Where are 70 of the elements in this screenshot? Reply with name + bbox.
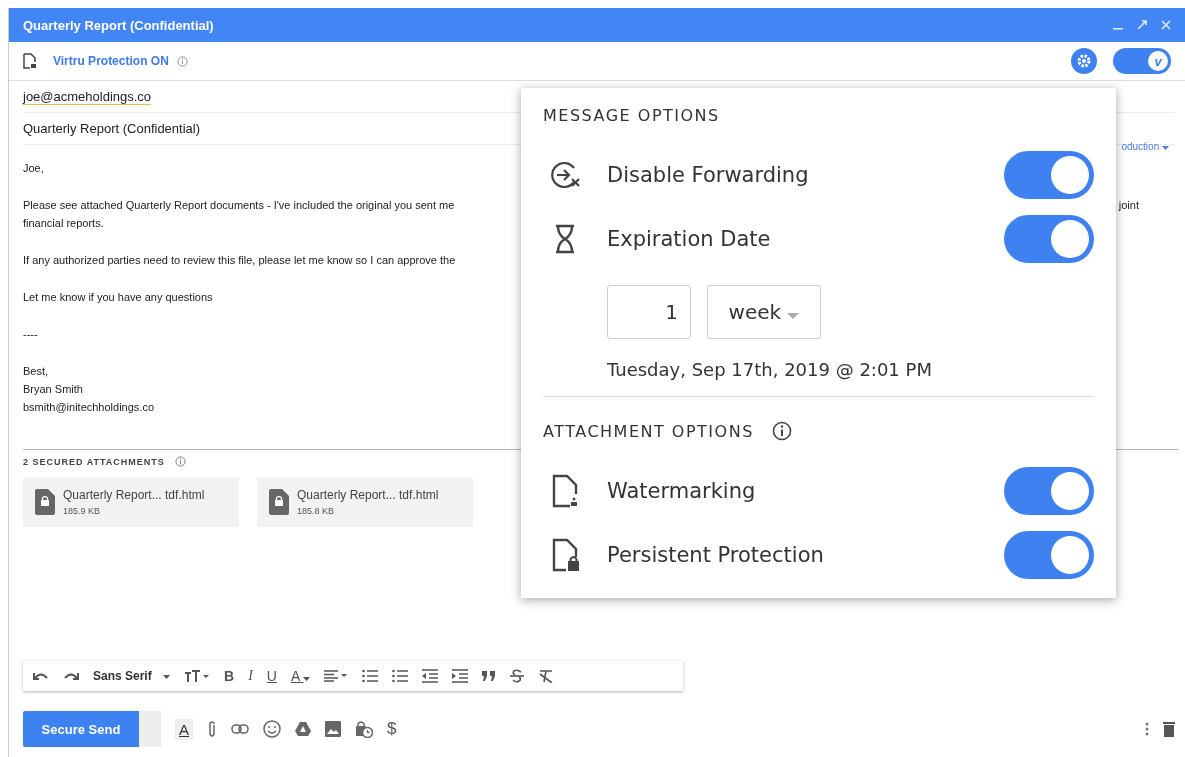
body-text: Bryan Smith xyxy=(23,382,83,397)
outdent-icon[interactable] xyxy=(422,669,439,683)
undo-icon[interactable] xyxy=(33,670,49,682)
body-text: ---- xyxy=(23,327,38,342)
bold-button[interactable]: B xyxy=(224,668,235,684)
option-label: Watermarking xyxy=(607,479,756,503)
caret-icon xyxy=(1162,146,1169,150)
body-text: Let me know if you have any questions xyxy=(23,290,213,305)
body-text: If any authorized parties need to review this file, please let me know so I can approve the xyxy=(23,253,456,268)
caret-icon xyxy=(163,674,171,679)
link-icon[interactable] xyxy=(231,724,249,734)
from-dropdown[interactable]: oduction xyxy=(1121,141,1169,152)
image-icon[interactable] xyxy=(325,721,341,737)
paperclip-icon[interactable] xyxy=(207,720,217,738)
more-options-icon[interactable] xyxy=(1145,722,1149,736)
drive-icon[interactable] xyxy=(295,722,311,736)
emoji-icon[interactable] xyxy=(263,720,281,738)
align-icon[interactable] xyxy=(324,670,349,682)
protection-toggle[interactable]: v xyxy=(1113,48,1171,74)
protection-status[interactable]: Virtru Protection ON xyxy=(53,54,169,68)
strikethrough-icon[interactable] xyxy=(510,669,525,683)
clear-formatting-icon[interactable] xyxy=(538,669,555,683)
bulleted-list-icon[interactable] xyxy=(392,669,409,683)
duration-field[interactable]: 1 xyxy=(607,285,691,339)
option-toggle[interactable] xyxy=(1004,215,1094,263)
body-text: Best, xyxy=(23,364,49,379)
formatting-options-button[interactable]: A xyxy=(175,718,193,740)
settings-icon[interactable] xyxy=(1071,48,1097,74)
info-icon[interactable] xyxy=(771,421,792,441)
close-icon[interactable] xyxy=(1161,20,1171,30)
locked-file-icon xyxy=(35,489,55,515)
caret-icon xyxy=(787,313,800,319)
expiration-date: Tuesday, Sep 17th, 2019 @ 2:01 PM xyxy=(607,359,933,380)
body-text: financial reports. xyxy=(23,216,104,231)
section-heading: MESSAGE OPTIONS xyxy=(543,106,721,125)
trash-icon[interactable] xyxy=(1163,721,1175,737)
expand-icon[interactable] xyxy=(1137,20,1147,30)
subject-field[interactable]: Quarterly Report (Confidential) xyxy=(23,121,201,136)
attachment-chip[interactable]: Quarterly Report... tdf.html 185.8 KB xyxy=(257,477,473,527)
quote-icon[interactable] xyxy=(482,671,497,681)
option-toggle[interactable] xyxy=(1004,467,1094,515)
option-label: Persistent Protection xyxy=(607,543,824,567)
locked-file-icon xyxy=(269,489,289,515)
attachment-chip[interactable]: Quarterly Report... tdf.html 185.9 KB xyxy=(23,477,239,527)
italic-button[interactable]: I xyxy=(248,668,253,684)
redo-icon[interactable] xyxy=(63,670,79,682)
body-text: joint xyxy=(1118,198,1140,213)
recipient-chip[interactable]: joe@acmeholdings.co xyxy=(23,89,152,105)
payment-button[interactable]: $ xyxy=(387,719,397,739)
option-label: Expiration Date xyxy=(607,227,771,251)
unit-dropdown[interactable]: week xyxy=(707,285,821,339)
secure-send-button[interactable]: Secure Send xyxy=(23,711,139,747)
body-text: Joe, xyxy=(23,161,44,176)
indent-icon[interactable] xyxy=(452,669,469,683)
underline-button[interactable]: U xyxy=(266,668,277,684)
font-dropdown[interactable]: Sans Serif xyxy=(93,669,171,683)
option-toggle[interactable] xyxy=(1004,531,1094,579)
document-lock-icon xyxy=(23,53,37,69)
body-text: bsmith@initechholdings.co xyxy=(23,400,154,415)
attachments-heading: 2 SECURED ATTACHMENTS xyxy=(23,456,165,467)
body-text: Please see attached Quarterly Report documents - I've included the original you sent me xyxy=(23,198,455,213)
caret-icon xyxy=(303,677,311,681)
lock-clock-icon[interactable] xyxy=(355,720,373,738)
section-heading: ATTACHMENT OPTIONS xyxy=(543,421,754,441)
text-color-button[interactable]: A xyxy=(290,668,311,684)
option-toggle[interactable] xyxy=(1004,151,1094,199)
numbered-list-icon[interactable] xyxy=(362,669,379,683)
option-label: Disable Forwarding xyxy=(607,163,809,187)
window-title: Quarterly Report (Confidential) xyxy=(23,17,215,33)
text-size-icon[interactable] xyxy=(184,669,211,683)
